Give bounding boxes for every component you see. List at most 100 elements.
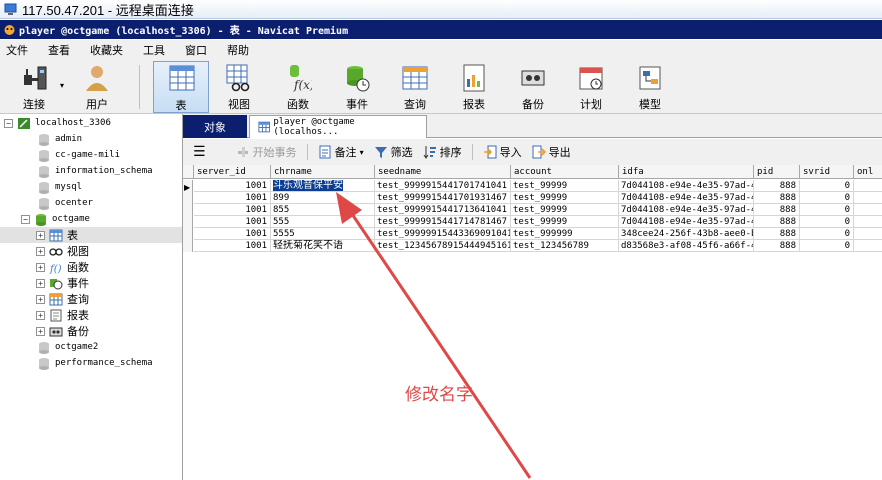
table-cell[interactable]: d83568e3-af08-45f6-a66f-4: [619, 240, 754, 252]
function-button[interactable]: f(x) 函数: [270, 61, 326, 113]
table-row[interactable]: 1001 855 test_9999915441713641041 test_9…: [183, 204, 882, 216]
expand-icon[interactable]: +: [36, 326, 45, 336]
table-cell[interactable]: 888: [754, 216, 800, 228]
expand-icon[interactable]: +: [36, 262, 45, 272]
table-cell[interactable]: 7d044108-e94e-4e35-97ad-4: [619, 192, 754, 204]
backup-button[interactable]: 备份: [505, 61, 561, 113]
query-button[interactable]: 查询: [387, 61, 443, 113]
begin-transaction-button[interactable]: 开始事务: [236, 144, 297, 160]
report-button[interactable]: 报表: [446, 61, 502, 113]
tree-db[interactable]: information_schema: [37, 163, 153, 179]
tree-db[interactable]: ocenter: [37, 195, 93, 211]
table-cell-editing[interactable]: 斗乐观音保平安: [271, 180, 375, 192]
table-cell[interactable]: 0: [800, 192, 854, 204]
tree-queries[interactable]: + 查询: [36, 291, 89, 307]
table-cell[interactable]: test_12345678915444945161: [375, 240, 511, 252]
collapse-icon[interactable]: −: [4, 118, 13, 128]
tree-db[interactable]: octgame2: [37, 339, 98, 355]
view-button[interactable]: 视图: [211, 61, 267, 113]
table-cell[interactable]: [854, 204, 882, 216]
table-cell[interactable]: 0: [800, 240, 854, 252]
table-cell[interactable]: 888: [754, 192, 800, 204]
expand-icon[interactable]: +: [36, 230, 45, 240]
table-cell[interactable]: test_99999: [511, 180, 619, 192]
table-cell[interactable]: 888: [754, 240, 800, 252]
filter-button[interactable]: 筛选: [374, 144, 413, 160]
table-cell[interactable]: test_9999915441714781467: [375, 216, 511, 228]
expand-icon[interactable]: +: [36, 278, 45, 288]
table-cell[interactable]: test_99999915443369091041: [375, 228, 511, 240]
table-cell[interactable]: 1001: [194, 240, 271, 252]
tree-db-open[interactable]: − octgame: [21, 211, 90, 227]
menu-window[interactable]: 窗口: [185, 42, 207, 58]
column-header[interactable]: seedname: [375, 165, 511, 179]
table-cell[interactable]: 855: [271, 204, 375, 216]
tree-connection[interactable]: − localhost_3306: [4, 115, 111, 131]
table-button[interactable]: 表: [153, 61, 209, 113]
tab-table-player[interactable]: player @octgame (localhos...: [249, 115, 427, 138]
table-cell[interactable]: [854, 216, 882, 228]
user-button[interactable]: 用户: [69, 61, 125, 113]
tree-db[interactable]: cc-game-mili: [37, 147, 120, 163]
table-cell[interactable]: [854, 192, 882, 204]
expand-icon[interactable]: +: [36, 246, 45, 256]
table-cell[interactable]: [854, 180, 882, 192]
table-cell[interactable]: test_9999915441701741041: [375, 180, 511, 192]
menu-file[interactable]: 文件: [6, 42, 28, 58]
table-row[interactable]: 1001 555 test_9999915441714781467 test_9…: [183, 216, 882, 228]
table-row[interactable]: 1001 5555 test_99999915443369091041 test…: [183, 228, 882, 240]
table-cell[interactable]: 1001: [194, 192, 271, 204]
table-cell[interactable]: test_999999: [511, 228, 619, 240]
tree-backups[interactable]: + 备份: [36, 323, 89, 339]
tree-events[interactable]: + 事件: [36, 275, 89, 291]
tree-db[interactable]: performance_schema: [37, 355, 153, 371]
column-header[interactable]: account: [511, 165, 619, 179]
import-button[interactable]: 导入: [483, 144, 522, 160]
export-button[interactable]: 导出: [532, 144, 571, 160]
table-cell[interactable]: [854, 240, 882, 252]
table-cell[interactable]: 1001: [194, 204, 271, 216]
model-button[interactable]: 模型: [622, 61, 678, 113]
table-cell[interactable]: 888: [754, 180, 800, 192]
menu-tools[interactable]: 工具: [143, 42, 165, 58]
memo-button[interactable]: 备注 ▾: [318, 144, 364, 160]
table-cell[interactable]: 0: [800, 180, 854, 192]
table-cell[interactable]: 7d044108-e94e-4e35-97ad-4: [619, 204, 754, 216]
table-cell[interactable]: test_99999: [511, 204, 619, 216]
menu-favorites[interactable]: 收藏夹: [90, 42, 123, 58]
table-row[interactable]: ▶ 1001 斗乐观音保平安 test_9999915441701741041 …: [183, 180, 882, 192]
table-cell[interactable]: 555: [271, 216, 375, 228]
table-cell[interactable]: 348cee24-256f-43b8-aee0-b: [619, 228, 754, 240]
sort-button[interactable]: 排序: [423, 144, 462, 160]
table-cell[interactable]: 5555: [271, 228, 375, 240]
column-header[interactable]: chrname: [271, 165, 375, 179]
column-header[interactable]: server_id: [194, 165, 271, 179]
table-cell[interactable]: test_9999915441713641041: [375, 204, 511, 216]
tree-functions[interactable]: + f() 函数: [36, 259, 89, 275]
connect-dropdown-icon[interactable]: ▾: [60, 81, 64, 90]
table-cell[interactable]: 888: [754, 228, 800, 240]
table-cell[interactable]: 1001: [194, 180, 271, 192]
table-cell[interactable]: test_123456789: [511, 240, 619, 252]
menu-help[interactable]: 帮助: [227, 42, 249, 58]
collapse-icon[interactable]: −: [21, 214, 30, 224]
tree-db[interactable]: mysql: [37, 179, 82, 195]
table-row[interactable]: 1001 轻抚菊花笑不语 test_12345678915444945161 t…: [183, 240, 882, 252]
tree-views[interactable]: + 视图: [36, 243, 89, 259]
table-cell[interactable]: test_99999: [511, 216, 619, 228]
table-cell[interactable]: 1001: [194, 228, 271, 240]
tree-db[interactable]: admin: [37, 131, 82, 147]
table-cell[interactable]: 轻抚菊花笑不语: [271, 240, 375, 252]
table-cell[interactable]: 0: [800, 216, 854, 228]
table-cell[interactable]: 888: [754, 204, 800, 216]
schedule-button[interactable]: 计划: [563, 61, 619, 113]
expand-icon[interactable]: +: [36, 310, 45, 320]
column-header[interactable]: svrid: [800, 165, 854, 179]
table-cell[interactable]: [854, 228, 882, 240]
menu-icon[interactable]: ☰: [193, 144, 206, 160]
menu-view[interactable]: 查看: [48, 42, 70, 58]
tree-reports[interactable]: + 报表: [36, 307, 89, 323]
tree-tables[interactable]: + 表: [0, 227, 182, 243]
table-row[interactable]: 1001 899 test_9999915441701931467 test_9…: [183, 192, 882, 204]
table-cell[interactable]: 1001: [194, 216, 271, 228]
